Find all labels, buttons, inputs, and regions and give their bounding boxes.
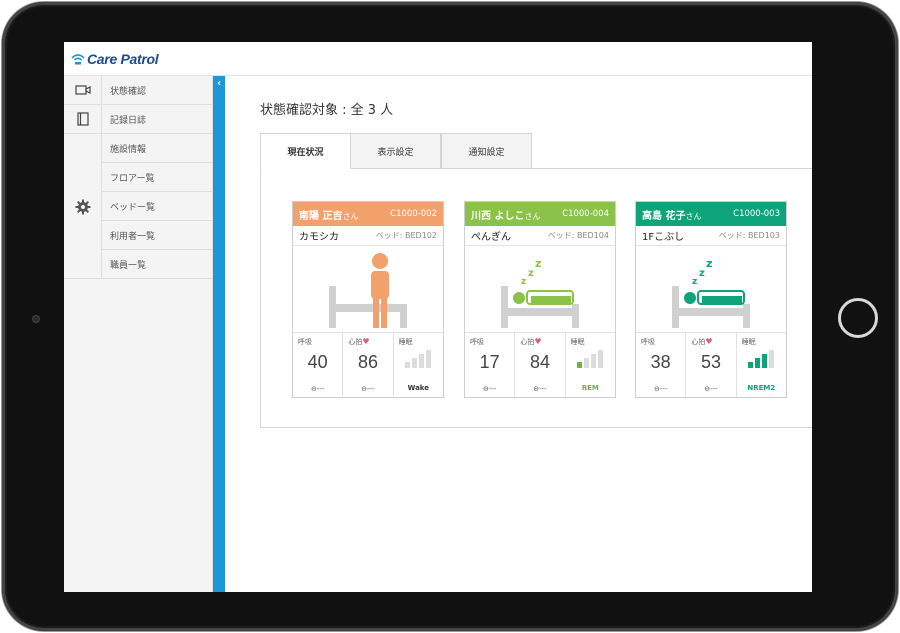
standing-person-icon xyxy=(329,253,407,328)
resident-name: 川西 よしこさん xyxy=(471,210,541,222)
resident-nickname: カモシカ xyxy=(299,232,339,243)
sleep-state: REM xyxy=(581,384,599,392)
respiration-metric: 呼吸 17 ⊖--- xyxy=(465,333,516,397)
heart-icon: ♥ xyxy=(362,337,370,346)
svg-text:z: z xyxy=(535,257,541,270)
card-subheader: 1Fこぶし ベッド: BED103 xyxy=(636,226,786,246)
resident-id: C1000-002 xyxy=(390,209,437,219)
svg-text:z: z xyxy=(692,277,697,287)
card-subheader: ぺんぎん ベッド: BED104 xyxy=(465,226,615,246)
sidebar-item-label: 状態確認 xyxy=(110,85,147,96)
resident-name: 高島 花子さん xyxy=(642,210,702,222)
notebook-icon xyxy=(76,112,89,126)
respiration-metric: 呼吸 40 ⊖--- xyxy=(293,333,344,397)
card-header: 南陽 正吉さん C1000-002 xyxy=(293,202,443,226)
trend-arrow-icon: ⊖--- xyxy=(533,385,547,393)
heart-icon: ♥ xyxy=(705,337,713,346)
trend-arrow-icon: ⊖--- xyxy=(704,385,718,393)
bed-label: ベッド: BED103 xyxy=(718,231,780,240)
bed-label: ベッド: BED104 xyxy=(547,231,609,240)
vital-metrics: 呼吸 17 ⊖--- 心拍♥ 84 ⊖--- 睡眠 REM xyxy=(465,333,615,397)
vital-metrics: 呼吸 38 ⊖--- 心拍♥ 53 ⊖--- 睡眠 NREM2 xyxy=(636,333,786,397)
card-subheader: カモシカ ベッド: BED102 xyxy=(293,226,443,246)
sleep-metric: 睡眠 Wake xyxy=(394,333,443,397)
resident-id: C1000-004 xyxy=(562,209,609,219)
gear-icon xyxy=(75,199,90,214)
sleep-level-icon xyxy=(576,350,603,368)
app-logo[interactable]: Care Patrol xyxy=(71,48,159,70)
trend-arrow-icon: ⊖--- xyxy=(361,385,375,393)
sidebar-item-journal[interactable]: 記録日誌 xyxy=(64,105,213,134)
respiration-value: 17 xyxy=(479,352,500,372)
sleeping-person-icon: z z z xyxy=(672,257,750,328)
tab-notification-settings[interactable]: 通知設定 xyxy=(441,133,532,169)
state-illustration xyxy=(293,246,443,333)
svg-text:z: z xyxy=(521,277,526,287)
sleep-metric: 睡眠 REM xyxy=(566,333,615,397)
vital-metrics: 呼吸 40 ⊖--- 心拍♥ 86 ⊖--- 睡眠 Wake xyxy=(293,333,443,397)
svg-text:z: z xyxy=(706,257,712,270)
svg-text:z: z xyxy=(699,268,705,279)
heart-rate-metric: 心拍♥ 86 ⊖--- xyxy=(343,333,394,397)
tab-display-settings[interactable]: 表示設定 xyxy=(350,133,441,169)
bed-label: ベッド: BED102 xyxy=(375,231,437,240)
sidebar-item-staff[interactable]: 職員一覧 xyxy=(102,250,213,279)
resident-card[interactable]: 川西 よしこさん C1000-004 ぺんぎん ベッド: BED104 z z … xyxy=(464,201,616,398)
sidebar-item-floors[interactable]: フロアー覧 xyxy=(102,163,213,192)
respiration-value: 38 xyxy=(650,352,671,372)
sidebar-item-users[interactable]: 利用者一覧 xyxy=(102,221,213,250)
sidebar-item-facility[interactable]: 施設情報 xyxy=(102,134,213,163)
sidebar: 状態確認 記録日誌 施設情報 フロアー覧 ベッドー覧 利用者一覧 職員一覧 xyxy=(64,76,213,592)
wifi-logo-icon xyxy=(71,54,85,65)
heart-rate-value: 84 xyxy=(529,352,550,372)
state-illustration: z z z xyxy=(465,246,615,333)
sidebar-item-status[interactable]: 状態確認 xyxy=(64,76,213,105)
tab-current-status[interactable]: 現在状況 xyxy=(260,133,351,169)
resident-card[interactable]: 高島 花子さん C1000-003 1Fこぶし ベッド: BED103 z z … xyxy=(635,201,787,398)
sidebar-item-beds[interactable]: ベッドー覧 xyxy=(102,192,213,221)
heart-rate-value: 53 xyxy=(700,352,721,372)
resident-id: C1000-003 xyxy=(733,209,780,219)
sidebar-item-label: 記録日誌 xyxy=(110,114,147,125)
home-button[interactable] xyxy=(838,298,878,338)
resident-nickname: ぺんぎん xyxy=(471,232,511,243)
sleep-state: NREM2 xyxy=(747,384,776,392)
sidebar-collapse-bar[interactable]: ‹ xyxy=(213,76,225,592)
video-camera-icon xyxy=(74,85,91,95)
sleep-level-icon xyxy=(404,350,431,368)
sleep-state: Wake xyxy=(407,384,430,392)
resident-name: 南陽 正吉さん xyxy=(299,210,359,222)
settings-menu: 施設情報 フロアー覧 ベッドー覧 利用者一覧 職員一覧 xyxy=(64,134,213,279)
svg-text:z: z xyxy=(528,268,534,279)
app-screen: Care Patrol 状態確認 記録日誌 施設情報 フロアー覧 ベッドー覧 利… xyxy=(64,42,812,592)
card-header: 高島 花子さん C1000-003 xyxy=(636,202,786,226)
heart-rate-metric: 心拍♥ 53 ⊖--- xyxy=(686,333,737,397)
sleeping-person-icon: z z z xyxy=(501,257,579,328)
heart-rate-metric: 心拍♥ 84 ⊖--- xyxy=(515,333,566,397)
resident-nickname: 1Fこぶし xyxy=(642,232,685,243)
trend-arrow-icon: ⊖--- xyxy=(653,385,668,393)
top-bar: Care Patrol xyxy=(64,42,812,76)
resident-card[interactable]: 南陽 正吉さん C1000-002 カモシカ ベッド: BED102 呼吸 40… xyxy=(292,201,444,398)
state-illustration: z z z xyxy=(636,246,786,333)
heart-rate-value: 86 xyxy=(357,352,378,372)
respiration-value: 40 xyxy=(307,352,328,372)
sleep-metric: 睡眠 NREM2 xyxy=(737,333,786,397)
sleep-level-icon xyxy=(747,350,774,368)
page-title: 状態確認対象 : 全 3 人 xyxy=(260,103,394,118)
respiration-metric: 呼吸 38 ⊖--- xyxy=(636,333,687,397)
brand-name: Care Patrol xyxy=(87,51,159,67)
trend-arrow-icon: ⊖--- xyxy=(482,385,497,393)
heart-icon: ♥ xyxy=(534,337,542,346)
trend-arrow-icon: ⊖--- xyxy=(310,385,325,393)
chevron-left-icon[interactable]: ‹ xyxy=(213,78,225,90)
card-header: 川西 よしこさん C1000-004 xyxy=(465,202,615,226)
camera-icon xyxy=(32,315,40,323)
